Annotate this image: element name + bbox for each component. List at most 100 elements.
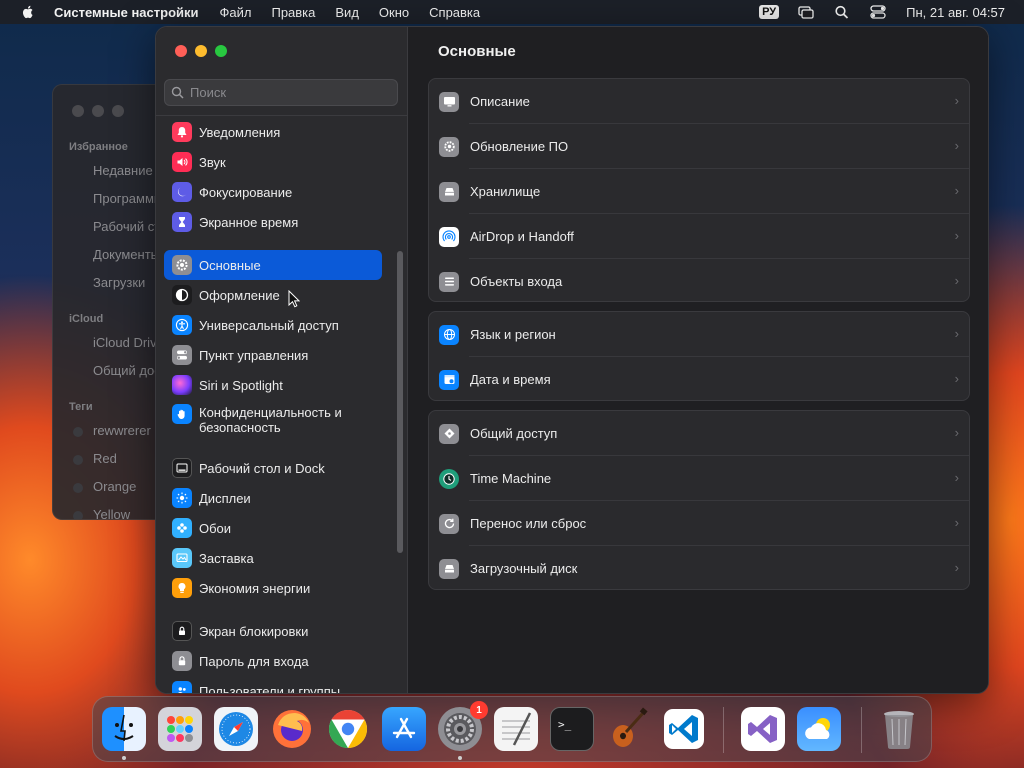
sidebar-item-label: Оформление <box>199 287 280 303</box>
row-sharing[interactable]: Общий доступ › <box>429 411 969 456</box>
sidebar-item-accessibility[interactable]: Универсальный доступ <box>164 310 382 340</box>
app-store-icon <box>392 717 416 739</box>
sidebar-item-energy-saver[interactable]: Экономия энергии <box>164 573 382 603</box>
globe-icon <box>439 324 459 345</box>
finder-sidebar-item[interactable]: Программы <box>93 191 163 206</box>
dock-app-safari[interactable] <box>214 707 258 751</box>
finder-close-button[interactable] <box>72 105 84 117</box>
zoom-button[interactable] <box>215 45 227 57</box>
siri-icon <box>172 375 192 395</box>
chevron-right-icon: › <box>954 93 959 108</box>
dock-app-finder[interactable] <box>102 707 146 751</box>
dock-app-visual-studio[interactable] <box>741 707 785 751</box>
dock-app-vscode[interactable] <box>662 707 706 751</box>
sidebar-item-label: Пароль для входа <box>199 653 309 669</box>
sidebar-item-appearance[interactable]: Оформление <box>164 280 382 310</box>
dock-app-launchpad[interactable] <box>158 707 202 751</box>
input-source-badge[interactable]: РУ <box>759 5 780 19</box>
dock-app-chrome[interactable] <box>326 707 370 751</box>
display-icon <box>439 91 459 112</box>
dock-app-trash[interactable] <box>877 707 921 751</box>
sidebar-divider <box>156 115 408 116</box>
menu-help[interactable]: Справка <box>429 5 480 20</box>
finder-sidebar-item[interactable]: iCloud Drive <box>93 335 164 350</box>
close-button[interactable] <box>175 45 187 57</box>
dock-app-terminal[interactable]: >_ <box>550 707 594 751</box>
row-login-items[interactable]: Объекты входа › <box>429 259 969 304</box>
finder-tag-item[interactable]: Red <box>93 451 117 466</box>
row-storage[interactable]: Хранилище › <box>429 169 969 214</box>
sidebar-item-login-password[interactable]: Пароль для входа <box>164 646 382 676</box>
app-name-menu[interactable]: Системные настройки <box>54 5 199 20</box>
menu-view[interactable]: Вид <box>335 5 359 20</box>
sidebar-scrollbar[interactable] <box>397 251 403 553</box>
row-software-update[interactable]: Обновление ПО › <box>429 124 969 169</box>
lock-screen-icon <box>172 621 192 641</box>
finder-zoom-button[interactable] <box>112 105 124 117</box>
search-field[interactable] <box>164 79 398 106</box>
sidebar-item-label: Пункт управления <box>199 347 309 363</box>
row-about[interactable]: Описание › <box>429 79 969 124</box>
drive-icon <box>439 181 459 202</box>
row-time-machine[interactable]: Time Machine › <box>429 456 969 501</box>
sidebar-item-displays[interactable]: Дисплеи <box>164 483 382 513</box>
sidebar-item-focus[interactable]: Фокусирование <box>164 177 382 207</box>
menu-bar-clock[interactable]: Пн, 21 авг. 04:57 <box>906 5 1005 20</box>
menu-file[interactable]: Файл <box>220 5 252 20</box>
lock-icon <box>172 651 192 671</box>
row-label: Хранилище <box>470 184 541 199</box>
dock-app-system-settings[interactable]: 1 <box>438 701 488 751</box>
sidebar-item-lock-screen[interactable]: Экран блокировки <box>164 616 382 646</box>
dock-app-garageband[interactable] <box>606 707 650 751</box>
flower-icon <box>172 518 192 538</box>
finder-tag-item[interactable]: Yellow <box>93 507 130 519</box>
chrome-icon <box>328 709 368 749</box>
sidebar-item-siri-spotlight[interactable]: Siri и Spotlight <box>164 370 382 400</box>
finder-tag-item[interactable]: Orange <box>93 479 136 494</box>
sidebar-item-screen-time[interactable]: Экранное время <box>164 207 382 237</box>
control-center-icon[interactable] <box>870 5 886 19</box>
row-startup-disk[interactable]: Загрузочный диск › <box>429 546 969 591</box>
sidebar-item-label: Дисплеи <box>199 490 251 506</box>
bulb-icon <box>172 578 192 598</box>
tag-color-dot <box>73 511 83 519</box>
chevron-right-icon: › <box>954 515 959 530</box>
sidebar-item-wallpaper[interactable]: Обои <box>164 513 382 543</box>
dock-app-firefox[interactable] <box>270 707 314 751</box>
sidebar-item-general[interactable]: Основные <box>164 250 382 280</box>
chevron-right-icon: › <box>954 326 959 341</box>
sidebar-item-privacy-security[interactable]: Конфиденциальность и безопасность <box>164 400 382 440</box>
screen-mirroring-icon[interactable] <box>798 5 814 19</box>
dock-app-app-store[interactable] <box>382 707 426 751</box>
toggles-icon <box>172 345 192 365</box>
sidebar-item-control-center[interactable]: Пункт управления <box>164 340 382 370</box>
chevron-right-icon: › <box>954 273 959 288</box>
sidebar-item-desktop-dock[interactable]: Рабочий стол и Dock <box>164 453 382 483</box>
row-date-time[interactable]: Дата и время › <box>429 357 969 402</box>
appearance-icon <box>172 285 192 305</box>
menu-window[interactable]: Окно <box>379 5 409 20</box>
dock-app-textedit[interactable] <box>494 707 538 751</box>
calendar-clock-icon <box>439 369 459 390</box>
sidebar-item-notifications[interactable]: Уведомления <box>164 117 382 147</box>
row-airdrop-handoff[interactable]: AirDrop и Handoff › <box>429 214 969 259</box>
row-transfer-reset[interactable]: Перенос или сброс › <box>429 501 969 546</box>
finder-sidebar-item[interactable]: Загрузки <box>93 275 145 290</box>
minimize-button[interactable] <box>195 45 207 57</box>
finder-minimize-button[interactable] <box>92 105 104 117</box>
sidebar-item-screensaver[interactable]: Заставка <box>164 543 382 573</box>
running-indicator <box>458 756 462 760</box>
row-language-region[interactable]: Язык и регион › <box>429 312 969 357</box>
finder-sidebar-item[interactable]: Недавние <box>93 163 153 178</box>
apple-menu-icon[interactable] <box>20 4 36 20</box>
search-input[interactable] <box>190 85 380 100</box>
spotlight-search-icon[interactable] <box>834 5 850 19</box>
finder-sidebar-item[interactable]: Документы <box>93 247 160 262</box>
bell-icon <box>172 122 192 142</box>
sun-icon <box>172 488 192 508</box>
menu-edit[interactable]: Правка <box>271 5 315 20</box>
sidebar-item-sound[interactable]: Звук <box>164 147 382 177</box>
sidebar-item-users-groups[interactable]: Пользователи и группы <box>164 676 382 693</box>
finder-tag-item[interactable]: rewwrerer <box>93 423 151 438</box>
dock-app-weather[interactable] <box>797 707 841 751</box>
